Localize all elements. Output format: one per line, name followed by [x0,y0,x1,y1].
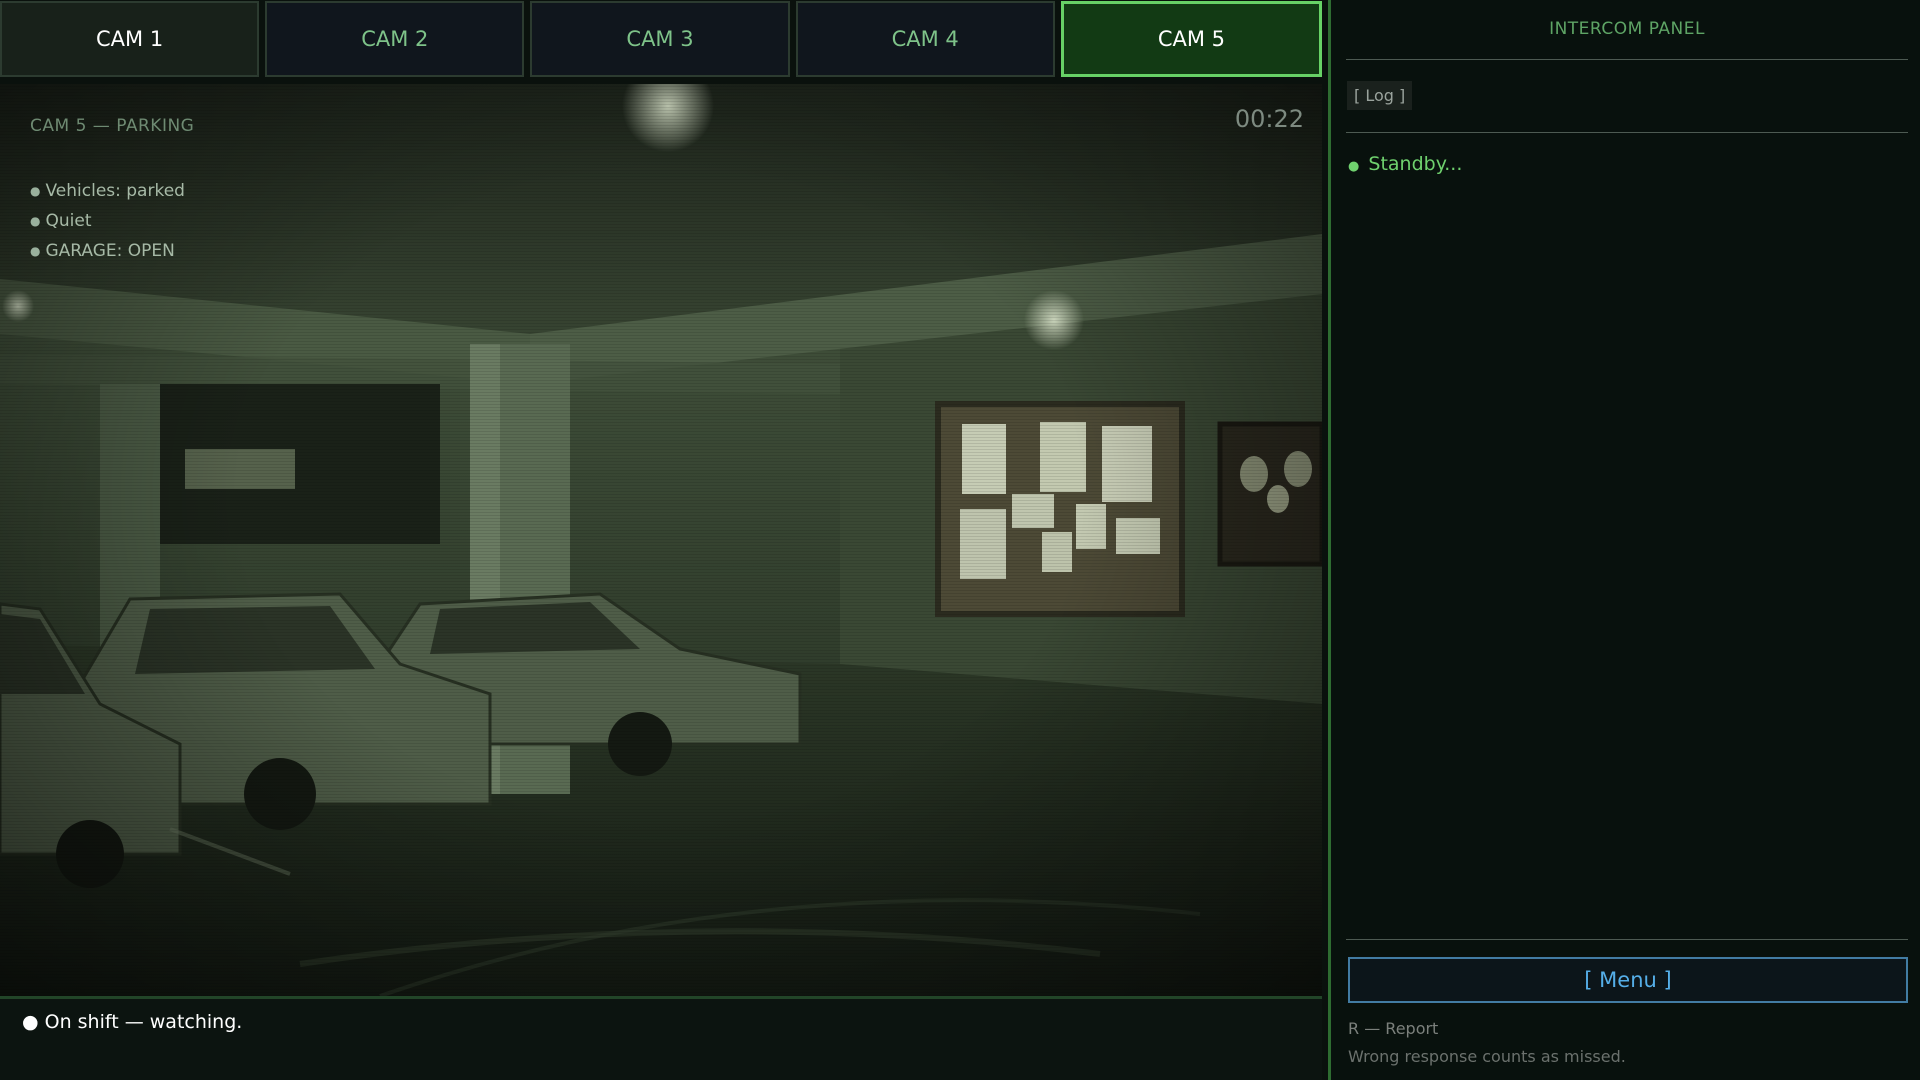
missed-hint: Wrong response counts as missed. [1348,1047,1626,1066]
bullet-dot-icon: ● [1348,159,1360,174]
divider [1346,59,1908,60]
feed-timestamp: 00:22 [1234,105,1304,133]
shift-status-text: ● On shift — watching. [22,1011,243,1033]
divider [1346,132,1908,133]
status-item-vehicles: ● Vehicles: parked [30,176,185,206]
panel-title: INTERCOM PANEL [1549,19,1705,39]
tab-cam-2[interactable]: CAM 2 [265,1,525,77]
status-item-quiet: ● Quiet [30,206,185,236]
standby-text: Standby... [1368,153,1463,175]
camera-tabs: CAM 1 CAM 2 CAM 3 CAM 4 CAM 5 [0,0,1323,79]
intercom-panel: INTERCOM PANEL [ Log ] ● Standby... [ Me… [1328,0,1920,1080]
status-text: GARAGE: OPEN [45,241,175,261]
status-item-garage: ● GARAGE: OPEN [30,236,185,266]
menu-button[interactable]: [ Menu ] [1348,957,1908,1003]
divider [1346,939,1908,940]
tab-cam-1[interactable]: CAM 1 [0,1,260,77]
bullet-dot-icon: ● [30,244,41,258]
bottom-status-bar: ● On shift — watching. [0,996,1322,1080]
bullet-dot-icon: ● [30,214,41,228]
feed-status-list: ● Vehicles: parked ● Quiet ● GARAGE: OPEN [30,176,185,266]
intercom-status: ● Standby... [1348,153,1462,175]
feed-title: CAM 5 — PARKING [30,116,195,136]
security-camera-screen: CAM 1 CAM 2 CAM 3 CAM 4 CAM 5 CAM 5 — PA… [0,0,1920,1080]
report-hint: R — Report [1348,1019,1439,1038]
camera-feed: CAM 5 — PARKING 00:22 ● Vehicles: parked … [0,84,1322,996]
tab-cam-3[interactable]: CAM 3 [530,1,790,77]
tab-cam-4[interactable]: CAM 4 [795,1,1055,77]
log-button[interactable]: [ Log ] [1347,81,1413,110]
status-text: Vehicles: parked [45,181,185,201]
tab-cam-5[interactable]: CAM 5 [1060,1,1323,77]
bullet-dot-icon: ● [30,184,41,198]
status-text: Quiet [45,211,92,231]
parking-garage-scene [0,84,1322,996]
